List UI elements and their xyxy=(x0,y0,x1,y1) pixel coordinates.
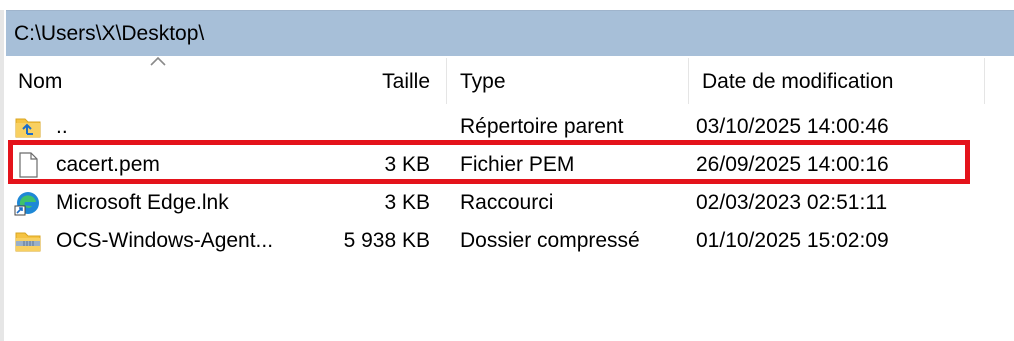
file-date: 03/10/2025 14:00:46 xyxy=(696,115,889,138)
file-date: 01/10/2025 15:02:09 xyxy=(696,229,889,252)
file-name: cacert.pem xyxy=(56,153,160,176)
column-date-header[interactable]: Date de modification xyxy=(702,56,893,106)
zip-folder-icon xyxy=(15,232,41,252)
column-divider[interactable] xyxy=(446,58,447,104)
sort-ascending-icon xyxy=(150,56,166,66)
name-cell: OCS-Windows-Agent... xyxy=(14,222,314,260)
file-type: Répertoire parent xyxy=(460,115,624,138)
name-cell: cacert.pem xyxy=(14,146,314,184)
file-date: 26/09/2025 14:00:16 xyxy=(696,153,889,176)
column-divider[interactable] xyxy=(688,58,689,104)
file-size: 3 KB xyxy=(384,191,430,214)
file-size: 5 938 KB xyxy=(343,229,430,252)
file-type: Raccourci xyxy=(460,191,554,214)
list-item[interactable]: cacert.pem 3 KB Fichier PEM 26/09/2025 1… xyxy=(6,146,1014,184)
file-date: 02/03/2023 02:51:11 xyxy=(696,191,888,214)
pane-left-edge xyxy=(0,10,4,341)
name-cell: .. xyxy=(14,108,314,146)
file-name: .. xyxy=(56,115,68,138)
parent-folder-icon xyxy=(15,118,41,138)
file-list: .. Répertoire parent 03/10/2025 14:00:46… xyxy=(6,108,1014,260)
file-type: Dossier compressé xyxy=(460,229,640,252)
file-icon xyxy=(19,152,38,178)
list-item[interactable]: .. Répertoire parent 03/10/2025 14:00:46 xyxy=(6,108,1014,146)
column-divider[interactable] xyxy=(984,58,985,104)
file-name: OCS-Windows-Agent... xyxy=(56,229,274,252)
column-header: Nom Taille Type Date de modification xyxy=(6,56,1014,106)
column-size-header[interactable]: Taille xyxy=(306,56,430,106)
column-type-header[interactable]: Type xyxy=(460,56,506,106)
edge-shortcut-icon xyxy=(14,192,39,216)
name-cell: Microsoft Edge.lnk xyxy=(14,184,314,222)
file-size: 3 KB xyxy=(384,153,430,176)
list-item[interactable]: Microsoft Edge.lnk 3 KB Raccourci 02/03/… xyxy=(6,184,1014,222)
file-size xyxy=(306,108,430,146)
file-name: Microsoft Edge.lnk xyxy=(56,191,229,214)
column-name-header[interactable]: Nom xyxy=(18,56,62,106)
list-item[interactable]: OCS-Windows-Agent... 5 938 KB Dossier co… xyxy=(6,222,1014,260)
file-type: Fichier PEM xyxy=(460,153,575,176)
path-bar[interactable]: C:\Users\X\Desktop\ xyxy=(6,10,1014,56)
